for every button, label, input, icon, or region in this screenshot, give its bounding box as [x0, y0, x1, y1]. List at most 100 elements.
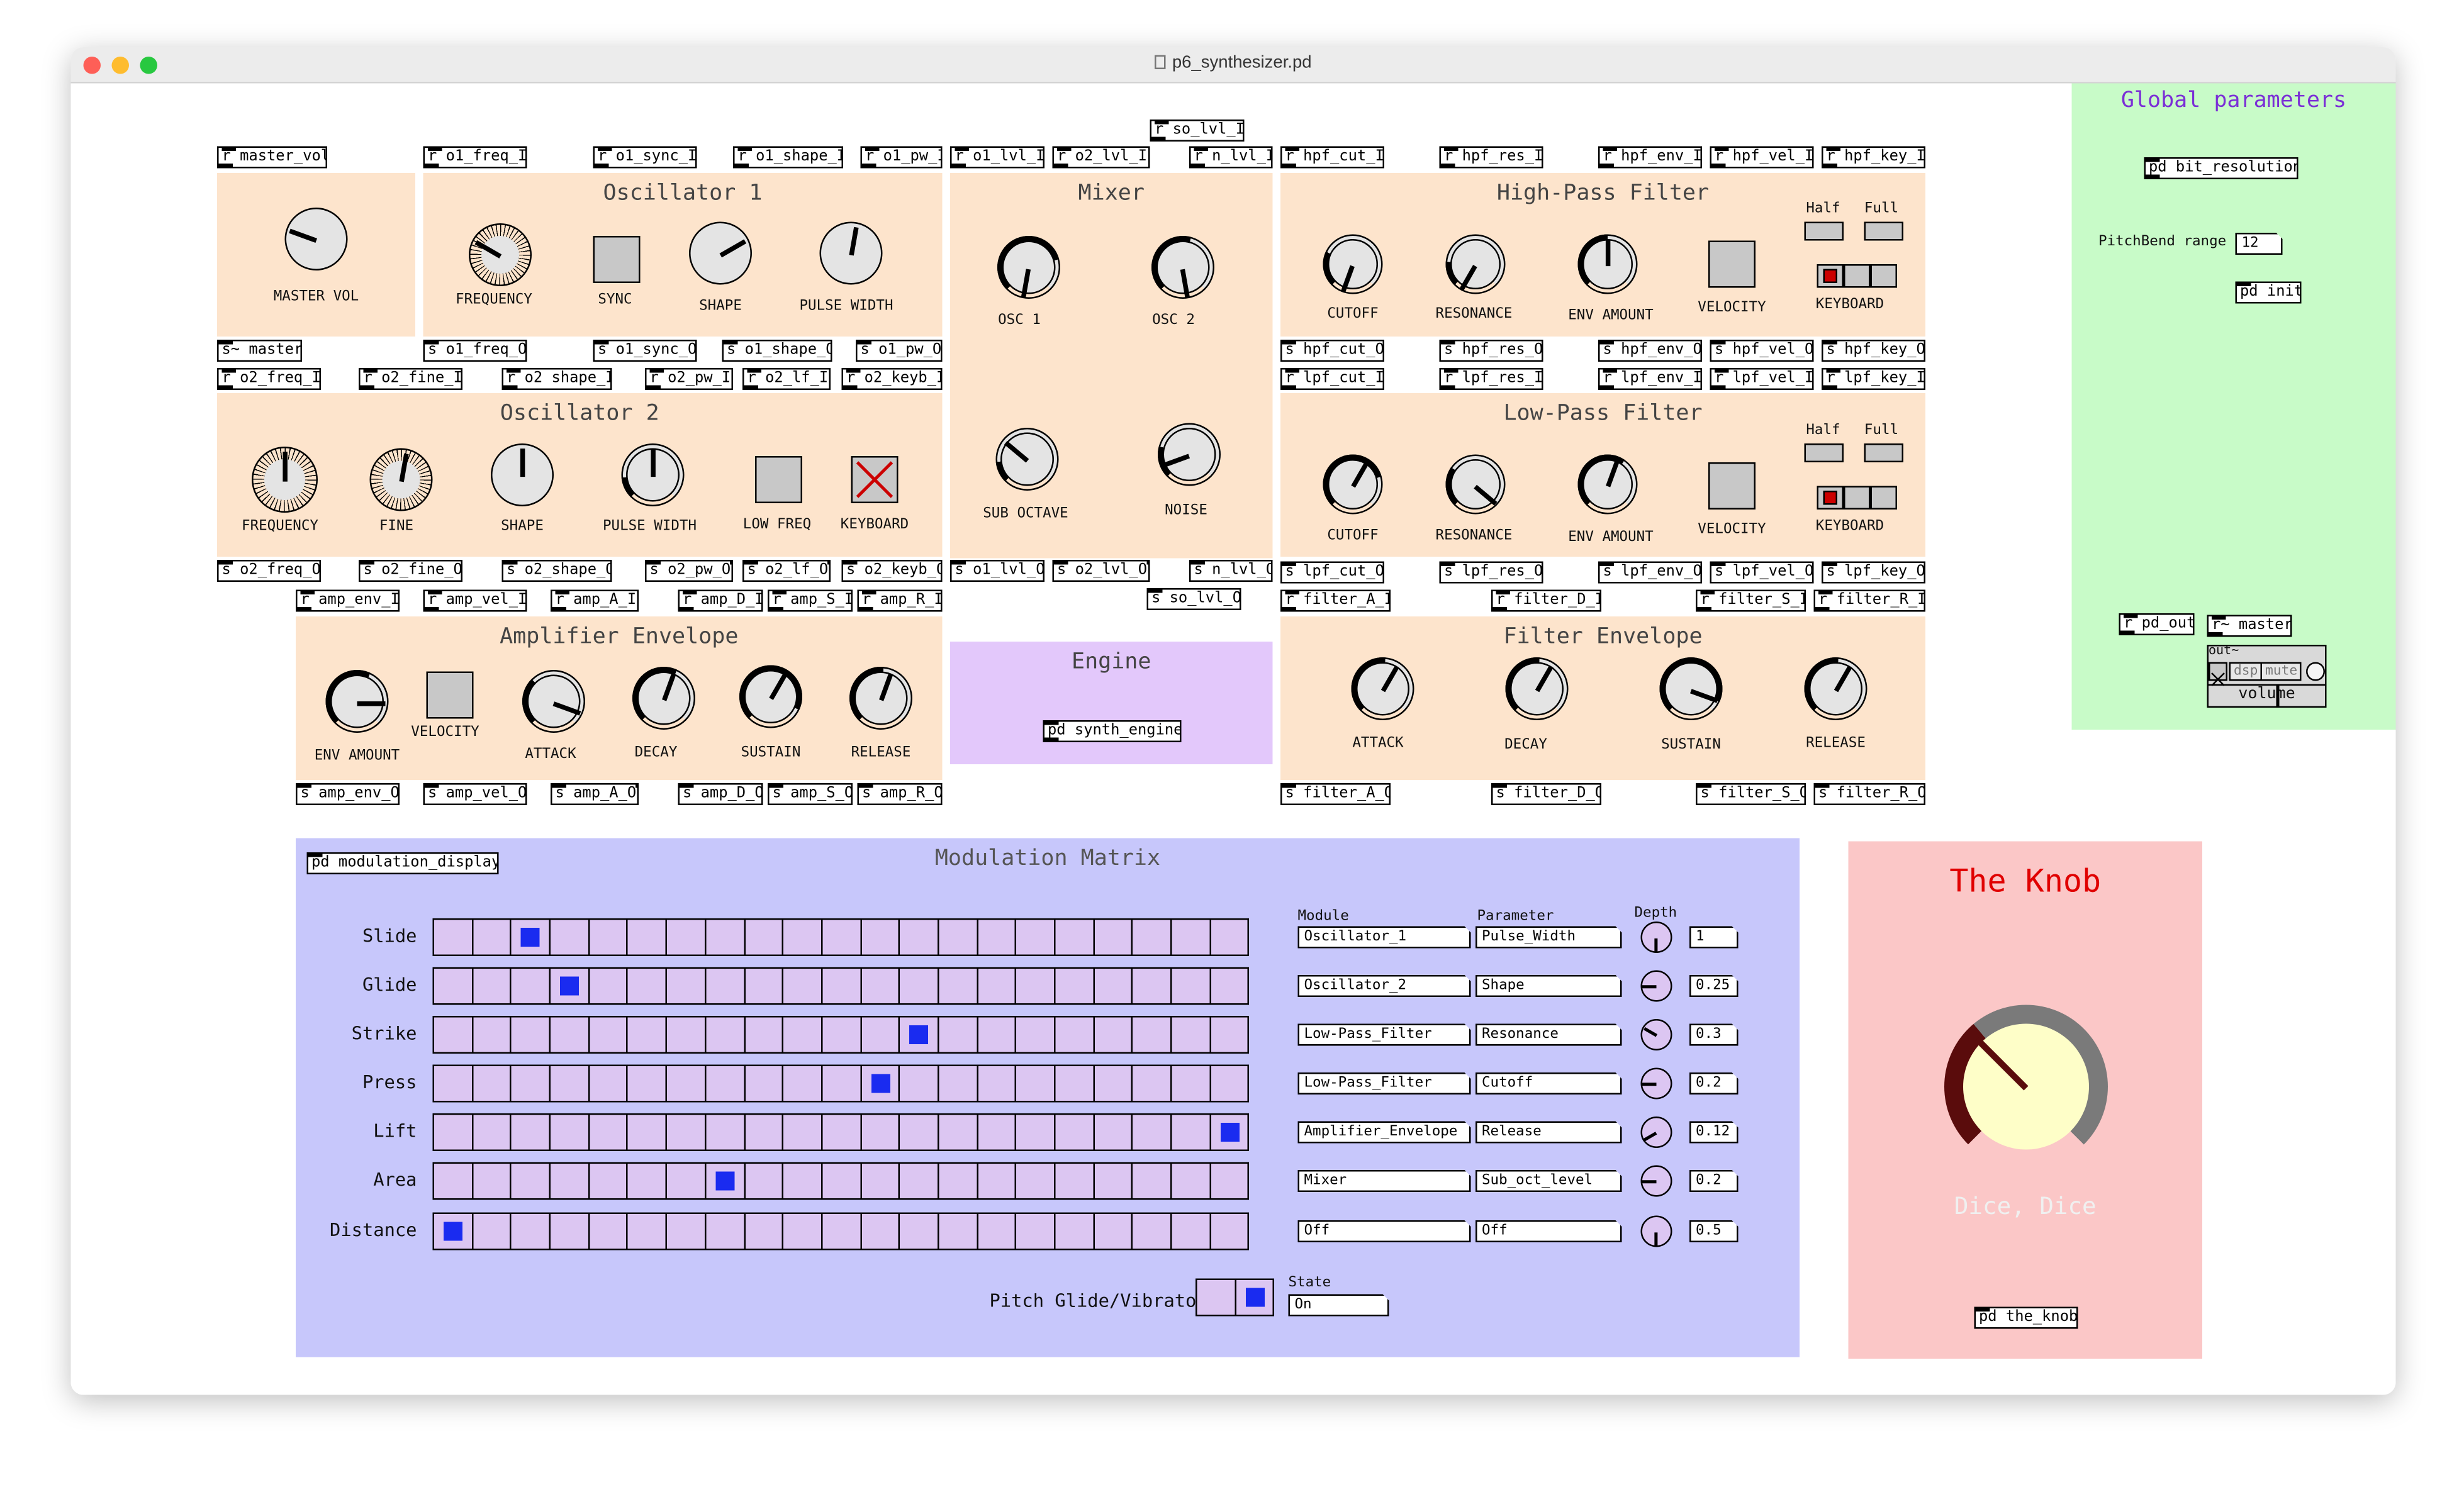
matrix-cell[interactable]	[1015, 1212, 1056, 1250]
matrix-cell[interactable]	[937, 1016, 978, 1054]
matrix-cell[interactable]	[781, 1064, 823, 1103]
matrix-cell[interactable]	[665, 1016, 707, 1054]
matrix-cell[interactable]	[665, 1162, 707, 1200]
send-lpf-key[interactable]: s lpf_key_O	[1822, 561, 1925, 584]
matrix-module-field[interactable]: Oscillator_2	[1298, 975, 1471, 997]
send-so-lvl[interactable]: s so_lvl_O	[1146, 588, 1241, 610]
recv-o2-keyb[interactable]: r o2_keyb_I	[841, 368, 943, 390]
matrix-cell[interactable]	[860, 1212, 900, 1250]
recv-so-lvl[interactable]: r so_lvl_I	[1150, 120, 1245, 142]
pd-the-knob[interactable]: pd the_knob	[1974, 1306, 2078, 1329]
matrix-cell[interactable]	[510, 1064, 551, 1103]
matrix-cell[interactable]	[1209, 918, 1250, 956]
matrix-parameter-field[interactable]: Cutoff	[1476, 1072, 1622, 1094]
send-o1-shape[interactable]: s o1_shape_O	[722, 340, 832, 362]
matrix-cell[interactable]	[1131, 1162, 1172, 1200]
matrix-cell[interactable]	[471, 1113, 512, 1151]
matrix-cell[interactable]	[1054, 1113, 1095, 1151]
lpf-resonance-knob[interactable]	[1445, 454, 1506, 515]
state-field[interactable]: On	[1289, 1295, 1389, 1317]
matrix-cell[interactable]	[860, 1162, 900, 1200]
matrix-depth-dial[interactable]	[1640, 1165, 1672, 1197]
filter-decay-knob[interactable]	[1505, 657, 1569, 720]
hpf-resonance-knob[interactable]	[1445, 234, 1506, 294]
send-master[interactable]: s~ master	[217, 340, 302, 362]
matrix-cell[interactable]	[1131, 967, 1172, 1005]
matrix-cell[interactable]	[976, 1064, 1017, 1103]
recv-o2-shape[interactable]: r o2 shape_I	[501, 368, 612, 390]
matrix-module-field[interactable]: Mixer	[1298, 1170, 1471, 1192]
send-hpf-cut[interactable]: s hpf_cut_O	[1280, 340, 1384, 362]
osc1-pulse-width-knob[interactable]	[819, 221, 883, 285]
recv-lpf-key[interactable]: r lpf_key_I	[1822, 368, 1925, 390]
matrix-cell[interactable]	[588, 1212, 629, 1250]
matrix-cell[interactable]	[743, 918, 784, 956]
matrix-depth-field[interactable]: 0.3	[1689, 1024, 1739, 1046]
master-vol-knob[interactable]	[284, 208, 348, 270]
send-n-lvl[interactable]: s n_lvl_O	[1189, 560, 1273, 582]
matrix-parameter-field[interactable]: Pulse_Width	[1476, 927, 1622, 949]
matrix-cell[interactable]	[1131, 918, 1172, 956]
matrix-cell[interactable]	[820, 1113, 861, 1151]
send-o1-freq[interactable]: s o1_freq_O	[423, 340, 527, 362]
recv-filter-A[interactable]: r filter_A_I	[1280, 589, 1391, 612]
matrix-depth-field[interactable]: 0.2	[1689, 1170, 1739, 1192]
matrix-cell[interactable]	[1131, 1113, 1172, 1151]
osc1-frequency-knob[interactable]	[469, 223, 532, 286]
matrix-cell[interactable]	[549, 918, 590, 956]
matrix-cell[interactable]	[820, 918, 861, 956]
matrix-cell[interactable]	[665, 1113, 707, 1151]
hpf-env-amount-knob[interactable]	[1577, 234, 1638, 294]
recv-hpf-env[interactable]: r hpf_env_I	[1598, 146, 1702, 169]
matrix-cell[interactable]	[1054, 1162, 1095, 1200]
send-amp-A[interactable]: s amp_A_O	[551, 783, 639, 805]
matrix-cell[interactable]	[588, 918, 629, 956]
send-filter-D[interactable]: s filter_D_O	[1491, 783, 1601, 805]
matrix-cell[interactable]	[471, 1016, 512, 1054]
matrix-cell[interactable]	[781, 918, 823, 956]
volume-slider[interactable]: volume	[2209, 684, 2325, 703]
recv-amp-S[interactable]: r amp_S_I	[768, 589, 853, 612]
send-hpf-vel[interactable]: s hpf_vel_O	[1710, 340, 1814, 362]
matrix-depth-dial[interactable]	[1640, 1215, 1672, 1247]
matrix-depth-dial[interactable]	[1640, 1019, 1672, 1050]
matrix-cell[interactable]	[937, 1212, 978, 1250]
matrix-cell[interactable]	[937, 918, 978, 956]
send-lpf-res[interactable]: s lpf_res_O	[1439, 561, 1543, 584]
filter-attack-knob[interactable]	[1351, 657, 1414, 720]
send-filter-S[interactable]: s filter_S_O	[1696, 783, 1806, 805]
matrix-cell[interactable]	[899, 1064, 939, 1103]
matrix-cell[interactable]	[976, 1212, 1017, 1250]
patch-canvas[interactable]: Oscillator 1 Mixer High-Pass Filter Oscilla…	[70, 83, 2396, 1395]
matrix-cell[interactable]	[627, 1212, 668, 1250]
matrix-cell[interactable]	[781, 1016, 823, 1054]
matrix-cell[interactable]	[704, 1113, 745, 1151]
pd-bit-resolution[interactable]: pd bit_resolution	[2144, 157, 2299, 179]
matrix-parameter-field[interactable]: Release	[1476, 1122, 1622, 1144]
matrix-cell[interactable]	[976, 918, 1017, 956]
matrix-module-field[interactable]: Oscillator_1	[1298, 927, 1471, 949]
matrix-cell[interactable]	[471, 1162, 512, 1200]
matrix-depth-dial[interactable]	[1640, 1067, 1672, 1100]
send-o2-keyb[interactable]: s o2_keyb_O	[841, 560, 943, 582]
matrix-cell[interactable]	[471, 1212, 512, 1250]
pitch-glide-cell[interactable]	[1234, 1278, 1275, 1317]
matrix-cell[interactable]	[820, 1212, 861, 1250]
matrix-cell[interactable]	[860, 1016, 900, 1054]
matrix-cell[interactable]	[510, 1113, 551, 1151]
matrix-cell[interactable]	[432, 1212, 473, 1250]
matrix-cell[interactable]	[1092, 967, 1133, 1005]
recv-lpf-vel[interactable]: r lpf_vel_I	[1710, 368, 1814, 390]
hpf-cutoff-knob[interactable]	[1323, 234, 1383, 294]
lpf-keyboard-radio-cell-1[interactable]	[1844, 486, 1871, 510]
send-hpf-res[interactable]: s hpf_res_O	[1439, 340, 1543, 362]
matrix-cell[interactable]	[1170, 1016, 1211, 1054]
matrix-cell[interactable]	[860, 1113, 900, 1151]
lpf-keyboard-radio-cell-0[interactable]	[1817, 486, 1844, 510]
pd-init[interactable]: pd init	[2235, 281, 2302, 304]
osc2-low-freq-toggle[interactable]	[755, 456, 802, 503]
matrix-cell[interactable]	[704, 1016, 745, 1054]
recv-hpf-res[interactable]: r hpf_res_I	[1439, 146, 1543, 169]
send-o2-lvl[interactable]: s o2_lvl_O	[1052, 560, 1150, 582]
matrix-cell[interactable]	[432, 918, 473, 956]
